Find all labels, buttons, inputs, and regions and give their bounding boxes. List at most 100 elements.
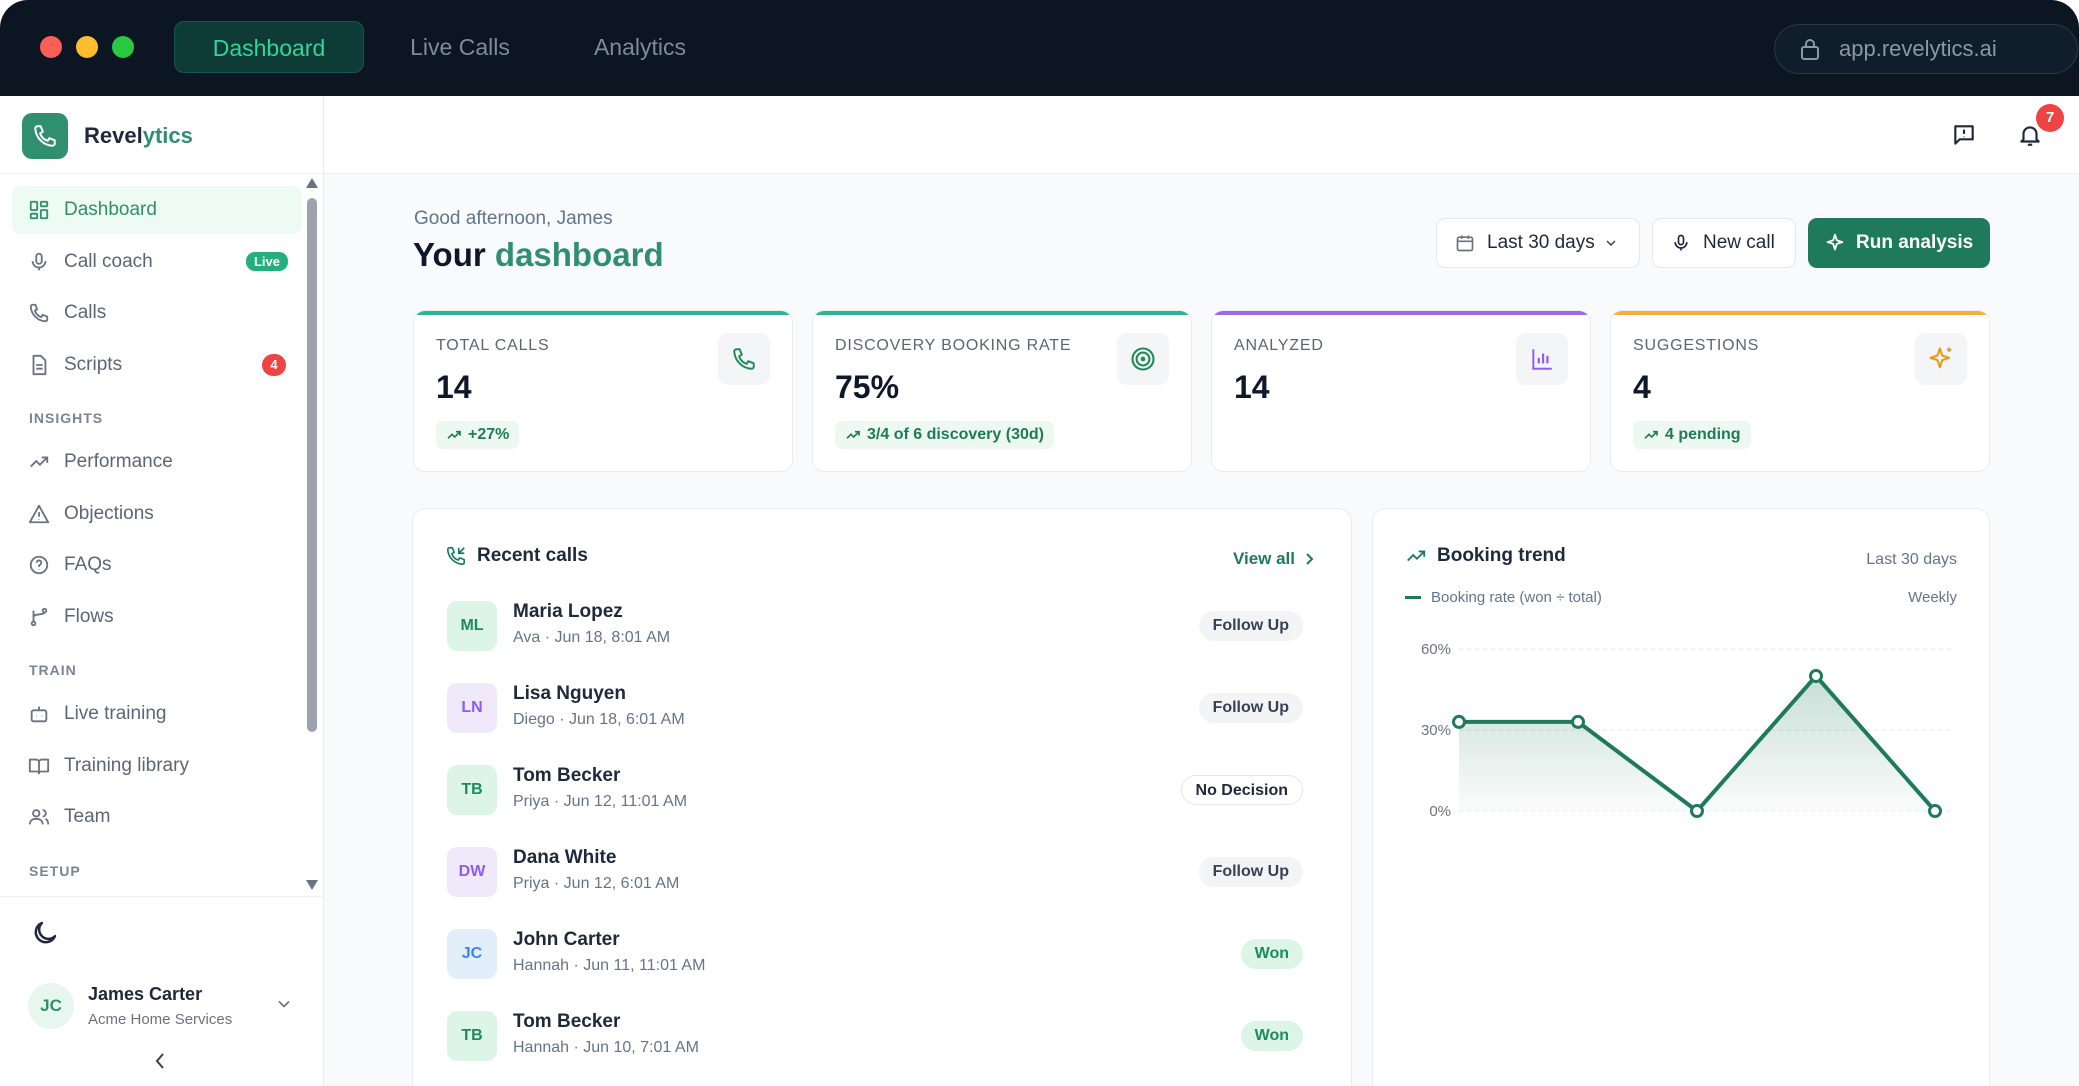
sidebar-item-call-coach[interactable]: Call coach Live — [12, 238, 302, 286]
moon-icon[interactable] — [30, 918, 60, 948]
booking-trend-chart: 60%30%0%May 25Jun 1Jun 8Jun 15Jun 22 — [1421, 641, 1955, 819]
chevron-left-icon[interactable] — [150, 1046, 170, 1076]
recent-calls-title: Recent calls — [477, 545, 588, 566]
y-tick-label: 0% — [1429, 803, 1451, 819]
phone-incoming-icon — [446, 546, 466, 566]
phone-logo-icon — [22, 113, 68, 159]
stat-card-suggestions: SUGGESTIONS 4 4 pending — [1610, 310, 1990, 472]
divider — [0, 173, 323, 174]
list-item[interactable]: DW Dana White Priya · Jun 12, 6:01 AM Follo… — [447, 843, 1303, 899]
status-badge: Won — [1240, 1021, 1303, 1051]
scroll-thumb[interactable] — [307, 198, 317, 732]
calendar-icon — [1456, 235, 1474, 252]
maximize-window-button[interactable] — [112, 36, 134, 58]
new-call-button[interactable]: New call — [1652, 218, 1796, 268]
avatar: DW — [447, 847, 497, 897]
document-icon — [32, 354, 47, 375]
avatar: ML — [447, 601, 497, 651]
trend-up-icon — [846, 430, 860, 439]
browser-chrome: Dashboard Live Calls Analytics app.revel… — [0, 0, 2079, 96]
sidebar-item-scripts[interactable]: Scripts 4 — [12, 341, 302, 389]
list-item[interactable]: ML Maria Lopez Ava · Jun 18, 8:01 AM Follow… — [447, 597, 1303, 653]
sidebar-scrollbar[interactable] — [306, 178, 318, 890]
user-menu[interactable]: JC James Carter Acme Home Services — [28, 976, 298, 1036]
status-badge: Follow Up — [1198, 693, 1303, 723]
url-bar[interactable]: app.revelytics.ai — [1774, 24, 2078, 74]
caller-name: Tom Becker — [513, 765, 621, 786]
list-item[interactable]: TB Tom Becker Priya · Jun 12, 11:01 AM No D… — [447, 761, 1303, 817]
minimize-window-button[interactable] — [76, 36, 98, 58]
stat-card-booking-rate: DISCOVERY BOOKING RATE 75% 3/4 of 6 disc… — [812, 310, 1192, 472]
message-icon[interactable] — [1951, 122, 1977, 148]
sidebar-item-objections[interactable]: Objections — [12, 490, 302, 538]
data-point — [1809, 669, 1823, 683]
caller-name: Maria Lopez — [513, 601, 623, 622]
call-meta: Ava · Jun 18, 8:01 AM — [513, 629, 671, 646]
chart-legend: Booking rate (won ÷ total) — [1405, 589, 1602, 606]
series-area — [1459, 676, 1935, 811]
scroll-up-arrow[interactable] — [306, 178, 318, 188]
sidebar-item-training-library[interactable]: Training library — [12, 742, 302, 790]
y-tick-label: 30% — [1421, 722, 1451, 739]
brand[interactable]: Revelytics — [22, 112, 193, 160]
tab-analytics[interactable]: Analytics — [560, 21, 720, 73]
target-icon — [1117, 333, 1169, 385]
run-analysis-label: Run analysis — [1856, 232, 1974, 253]
greeting: Good afternoon, James — [414, 208, 613, 229]
avatar: TB — [447, 1011, 497, 1061]
sidebar-item-faqs[interactable]: FAQs — [12, 541, 302, 589]
sidebar-item-label: Dashboard — [64, 199, 157, 220]
list-item[interactable]: LN Lisa Nguyen Diego · Jun 18, 6:01 AM Foll… — [447, 679, 1303, 735]
new-call-label: New call — [1703, 232, 1775, 253]
tab-live-calls[interactable]: Live Calls — [380, 21, 540, 73]
booking-trend-title: Booking trend — [1437, 545, 1566, 566]
mic-icon — [31, 252, 47, 270]
page-title: Your dashboard — [413, 236, 664, 273]
sidebar-item-label: Live training — [64, 703, 167, 724]
stat-value: 14 — [436, 369, 472, 405]
sidebar-item-calls[interactable]: Calls — [12, 289, 302, 337]
stat-label: TOTAL CALLS — [436, 337, 550, 354]
sidebar-item-flows[interactable]: Flows — [12, 593, 302, 641]
booking-trend-panel: Booking trend Last 30 days Booking rate … — [1372, 508, 1990, 1086]
user-company: Acme Home Services — [88, 1011, 233, 1028]
sidebar-item-live-training[interactable]: Live training — [12, 690, 302, 738]
call-meta: Diego · Jun 18, 6:01 AM — [513, 711, 685, 728]
avatar: LN — [447, 683, 497, 733]
close-window-button[interactable] — [40, 36, 62, 58]
run-analysis-button[interactable]: Run analysis — [1808, 218, 1990, 268]
stat-label: DISCOVERY BOOKING RATE — [835, 337, 1072, 354]
trend-up-icon — [447, 430, 461, 439]
section-heading-insights: INSIGHTS — [29, 410, 104, 426]
booking-trend-header: Booking trend — [1405, 545, 1566, 567]
stat-card-analyzed: ANALYZED 14 — [1211, 310, 1591, 472]
stat-change-pill: 3/4 of 6 discovery (30d) — [835, 421, 1054, 449]
list-item[interactable]: TB Tom Becker Hannah · Jun 10, 7:01 AM Won — [447, 1007, 1303, 1063]
chevron-down-icon — [278, 1000, 290, 1008]
view-all-link[interactable]: View all — [1233, 549, 1315, 569]
status-badge: No Decision — [1180, 775, 1303, 805]
scroll-down-arrow[interactable] — [306, 880, 318, 890]
brand-name: Revelytics — [84, 123, 193, 148]
call-meta: Priya · Jun 12, 11:01 AM — [513, 793, 688, 810]
sidebar-item-label: Scripts — [64, 353, 123, 375]
divider — [0, 896, 323, 897]
date-range-select[interactable]: Last 30 days — [1436, 218, 1640, 268]
sidebar-item-dashboard[interactable]: Dashboard — [12, 186, 302, 234]
sidebar-item-label: Flows — [64, 605, 114, 627]
chevron-down-icon — [1606, 240, 1616, 247]
stat-change-pill: +27% — [436, 421, 520, 449]
data-point — [1928, 804, 1942, 818]
sidebar-item-team[interactable]: Team — [12, 793, 302, 841]
y-tick-label: 60% — [1421, 641, 1451, 658]
data-point — [1571, 714, 1585, 729]
avatar: JC — [447, 929, 497, 979]
url-text: app.revelytics.ai — [1839, 36, 1997, 61]
sidebar-item-performance[interactable]: Performance — [12, 438, 302, 486]
call-meta: Priya · Jun 12, 6:01 AM — [513, 875, 680, 892]
sidebar-nav: Dashboard Call coach Live Calls Scripts … — [12, 186, 302, 886]
sidebar-item-label: Calls — [64, 302, 107, 323]
list-item[interactable]: JC John Carter Hannah · Jun 11, 11:01 AM Wo… — [447, 925, 1303, 981]
sidebar: Revelytics Dashboard Call coach Live Cal… — [0, 96, 324, 1086]
tab-dashboard[interactable]: Dashboard — [174, 21, 364, 73]
